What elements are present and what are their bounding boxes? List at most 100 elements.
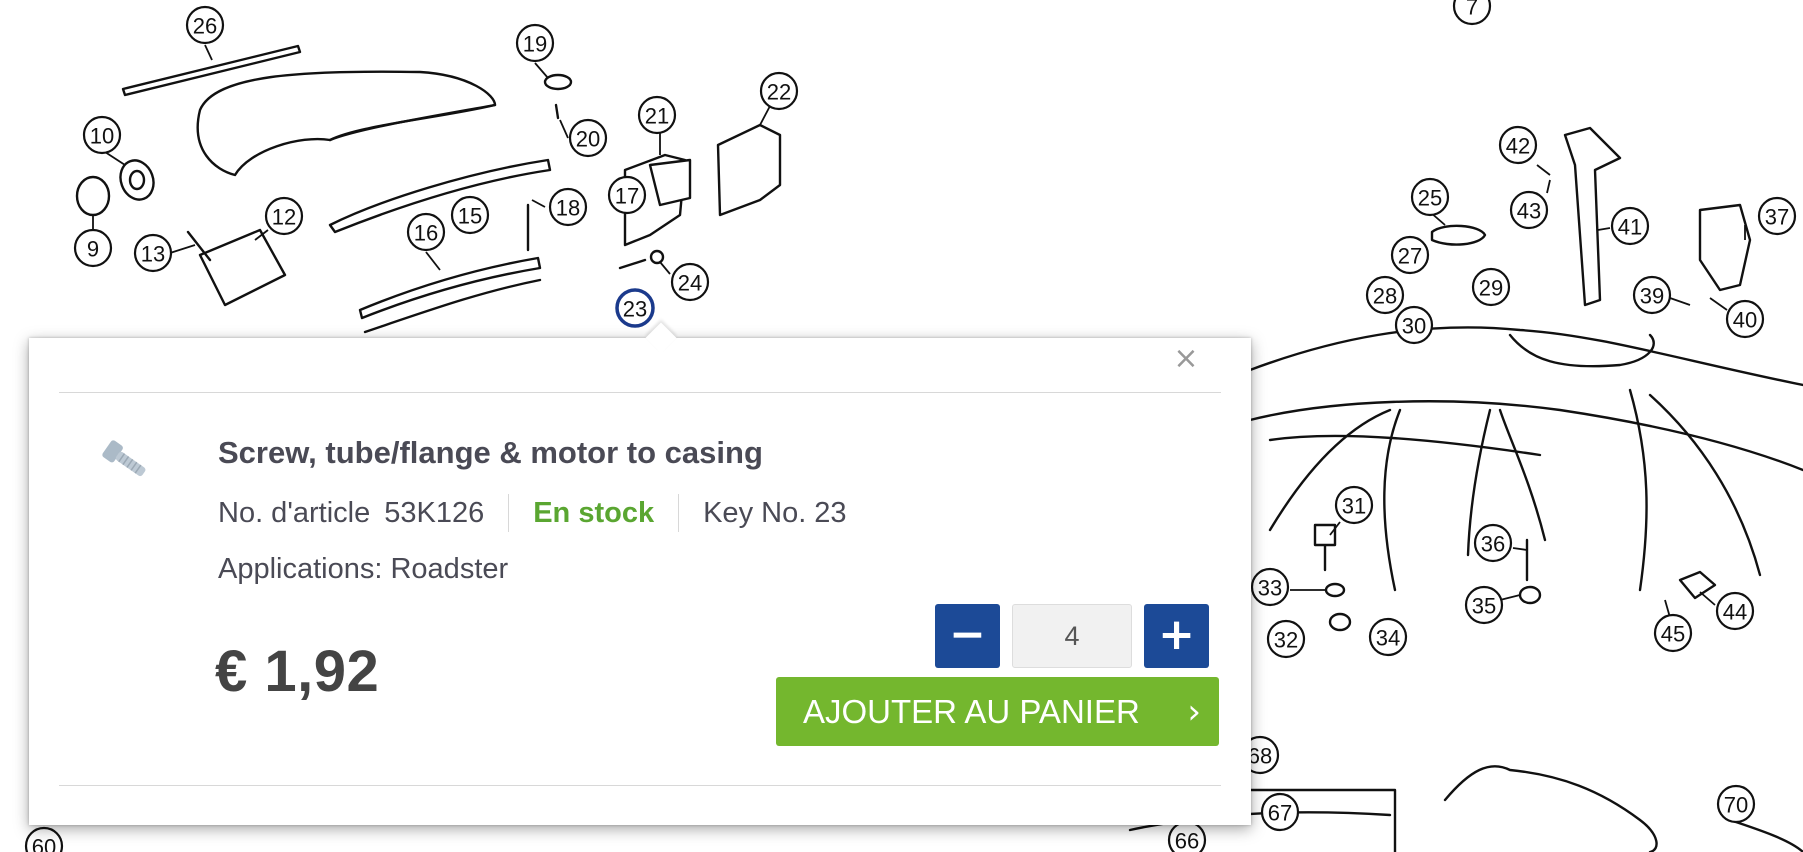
callout-label: 12: [272, 205, 296, 230]
callout-60[interactable]: 60: [24, 826, 64, 852]
callout-13[interactable]: 13: [133, 233, 173, 273]
callout-label: 45: [1661, 622, 1685, 647]
callout-44[interactable]: 44: [1715, 591, 1755, 631]
callout-label: 44: [1723, 600, 1747, 625]
quantity-decrement-button[interactable]: −: [935, 604, 1000, 668]
callout-70[interactable]: 70: [1716, 784, 1756, 824]
callout-label: 37: [1765, 205, 1789, 230]
divider-bottom: [59, 785, 1221, 786]
callout-30[interactable]: 30: [1394, 305, 1434, 345]
callout-21[interactable]: 21: [637, 95, 677, 135]
callout-label: 34: [1376, 626, 1400, 651]
callout-label: 15: [458, 204, 482, 229]
callout-label: 9: [87, 237, 99, 262]
callout-31[interactable]: 31: [1334, 485, 1374, 525]
callout-label: 41: [1618, 215, 1642, 240]
callout-label: 32: [1274, 628, 1298, 653]
diagram-top-part: [196, 70, 497, 177]
chevron-right-icon: ›: [1187, 691, 1201, 732]
callout-label: 7: [1466, 0, 1478, 20]
callout-label: 33: [1258, 576, 1282, 601]
add-to-cart-label: AJOUTER AU PANIER: [803, 692, 1140, 730]
close-button[interactable]: ×: [1171, 344, 1201, 374]
product-price: € 1,92: [215, 639, 380, 704]
callout-41[interactable]: 41: [1610, 206, 1650, 246]
callout-label: 28: [1373, 284, 1397, 309]
callout-label: 30: [1402, 314, 1426, 339]
article-label: No. d'article: [218, 496, 371, 529]
callout-label: 24: [678, 271, 702, 296]
callout-42[interactable]: 42: [1498, 125, 1538, 165]
callout-18[interactable]: 18: [548, 187, 588, 227]
add-to-cart-button[interactable]: AJOUTER AU PANIER ›: [776, 677, 1219, 746]
callout-label: 39: [1640, 284, 1664, 309]
callout-label: 70: [1724, 793, 1748, 818]
callout-label: 35: [1472, 594, 1496, 619]
divider-top: [59, 392, 1221, 393]
callout-33[interactable]: 33: [1250, 567, 1290, 607]
callout-25[interactable]: 25: [1410, 177, 1450, 217]
stock-status: En stock: [533, 496, 655, 529]
callout-20[interactable]: 20: [568, 118, 608, 158]
callout-label: 13: [141, 242, 165, 267]
callout-26[interactable]: 26: [185, 5, 225, 45]
callout-label: 18: [556, 196, 580, 221]
callout-label: 60: [32, 835, 56, 852]
callout-24[interactable]: 24: [670, 262, 710, 302]
callout-28[interactable]: 28: [1365, 275, 1405, 315]
callout-17[interactable]: 17: [607, 175, 647, 215]
callout-12[interactable]: 12: [264, 196, 304, 236]
product-thumbnail: [89, 428, 159, 498]
callout-9[interactable]: 9: [73, 228, 113, 268]
key-number: Key No. 23: [703, 496, 847, 529]
callout-32[interactable]: 32: [1266, 619, 1306, 659]
callout-label: 27: [1398, 244, 1422, 269]
callout-67[interactable]: 67: [1260, 792, 1300, 832]
quantity-input[interactable]: [1012, 604, 1132, 668]
callout-label: 10: [90, 124, 114, 149]
callout-label: 40: [1733, 308, 1757, 333]
article-number: 53K126: [384, 496, 485, 529]
screw-icon: [102, 440, 146, 477]
diagram-hood-part: [121, 44, 302, 97]
callout-66[interactable]: 66: [1167, 820, 1207, 852]
callout-7[interactable]: 7: [1452, 0, 1492, 26]
callout-label: 43: [1517, 199, 1541, 224]
callout-label: 21: [645, 104, 669, 129]
product-title: Screw, tube/flange & motor to casing: [218, 435, 763, 470]
callout-label: 26: [193, 14, 217, 39]
callout-label: 31: [1342, 494, 1366, 519]
callout-label: 68: [1248, 744, 1272, 769]
callout-36[interactable]: 36: [1473, 523, 1513, 563]
callout-43[interactable]: 43: [1509, 190, 1549, 230]
callout-label: 25: [1418, 186, 1442, 211]
callout-22[interactable]: 22: [759, 71, 799, 111]
callout-27[interactable]: 27: [1390, 235, 1430, 275]
callout-label: 19: [523, 32, 547, 57]
callout-34[interactable]: 34: [1368, 617, 1408, 657]
callout-label: 23: [623, 297, 647, 322]
callout-29[interactable]: 29: [1471, 267, 1511, 307]
callout-label: 66: [1175, 829, 1199, 852]
meta-separator: [678, 494, 680, 532]
callout-label: 29: [1479, 276, 1503, 301]
callout-39[interactable]: 39: [1632, 275, 1672, 315]
meta-separator: [508, 494, 510, 532]
callout-19[interactable]: 19: [515, 23, 555, 63]
callout-label: 22: [767, 80, 791, 105]
applications-text: Applications: Roadster: [218, 553, 509, 585]
callout-label: 42: [1506, 134, 1530, 159]
callout-label: 17: [615, 184, 639, 209]
callout-15[interactable]: 15: [450, 195, 490, 235]
callout-37[interactable]: 37: [1757, 196, 1797, 236]
callout-40[interactable]: 40: [1725, 299, 1765, 339]
callout-label: 20: [576, 127, 600, 152]
callout-16[interactable]: 16: [406, 212, 446, 252]
callout-23[interactable]: 23: [615, 288, 655, 328]
callout-45[interactable]: 45: [1653, 613, 1693, 653]
callout-label: 67: [1268, 801, 1292, 826]
callout-10[interactable]: 10: [82, 115, 122, 155]
callout-35[interactable]: 35: [1464, 585, 1504, 625]
quantity-increment-button[interactable]: +: [1144, 604, 1209, 668]
callout-label: 36: [1481, 532, 1505, 557]
